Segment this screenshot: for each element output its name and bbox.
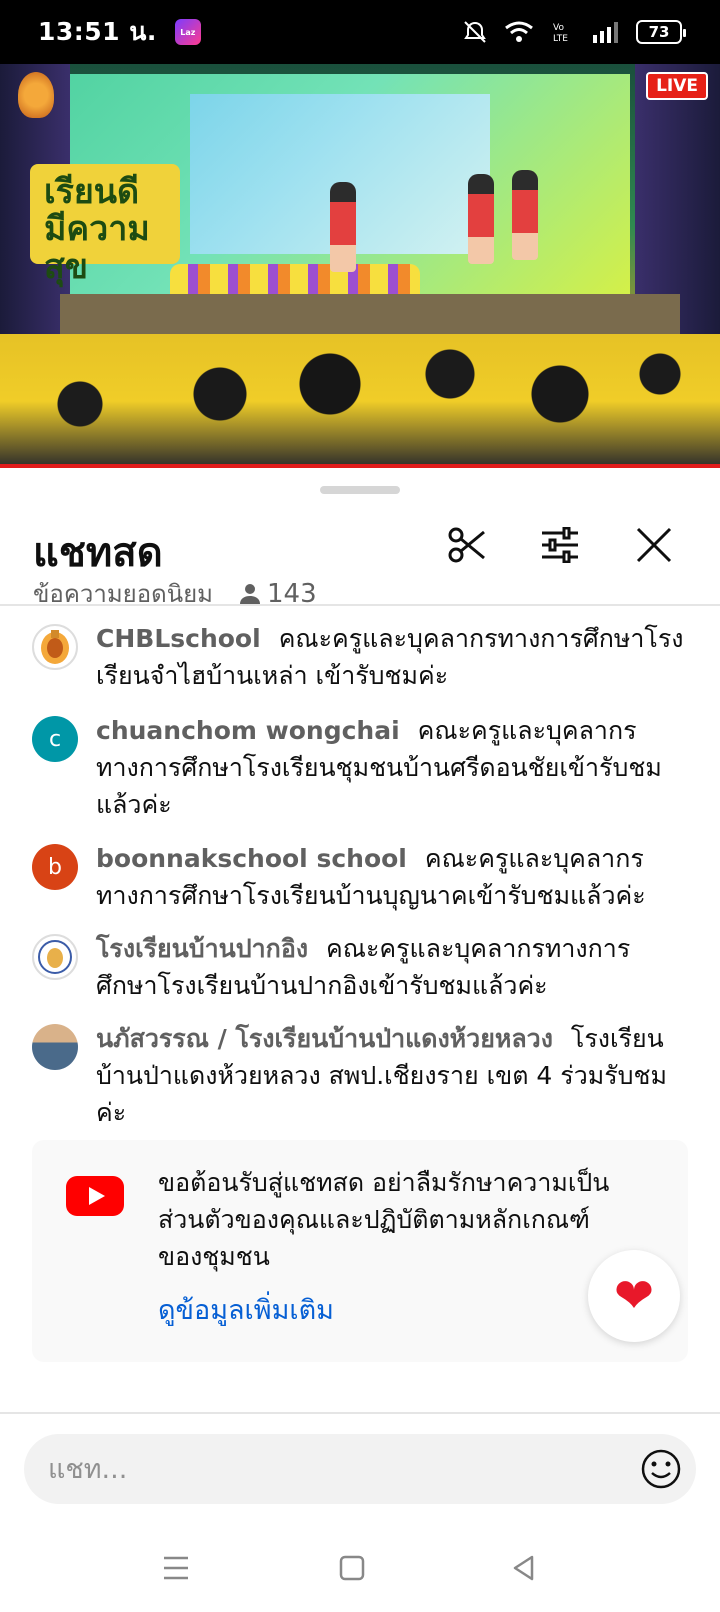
signal-icon: [592, 19, 622, 45]
drag-handle[interactable]: [320, 486, 400, 494]
svg-text:Vo: Vo: [553, 23, 564, 33]
school-logo-icon: [41, 630, 69, 664]
home-button[interactable]: [332, 1548, 372, 1588]
person-icon: [240, 583, 260, 604]
scissors-icon: [448, 527, 485, 563]
performer: [512, 170, 538, 260]
system-navigation-bar: [0, 1520, 720, 1612]
header-divider: [0, 604, 720, 606]
chat-message: CHBLschool คณะครูและบุคลากรทางการศึกษาโรง…: [0, 620, 720, 694]
clip-button[interactable]: [442, 520, 492, 570]
avatar[interactable]: [32, 934, 78, 980]
close-chat-button[interactable]: [629, 520, 679, 570]
heart-reaction-button[interactable]: ❤: [588, 1250, 680, 1342]
chat-input[interactable]: [48, 1444, 608, 1494]
stage-sign: เรียนดี มีความสุข: [30, 164, 180, 286]
status-bar: 13:51 น. Laz Vo LTE 73: [0, 0, 720, 64]
close-icon: [636, 527, 672, 563]
youtube-icon: [66, 1176, 124, 1216]
status-icons: Vo LTE 73: [460, 19, 686, 45]
avatar[interactable]: b: [32, 844, 78, 890]
menu-icon: [164, 1556, 188, 1580]
chat-filter-dropdown[interactable]: ข้อความยอดนิยม: [33, 574, 213, 613]
audience: [0, 334, 720, 468]
avatar[interactable]: [32, 624, 78, 670]
channel-logo: [18, 72, 54, 118]
message-author[interactable]: โรงเรียนบ้านปากอิง: [96, 934, 308, 963]
emoji-button[interactable]: [640, 1448, 682, 1490]
performer: [330, 182, 356, 272]
avatar[interactable]: [32, 1024, 78, 1070]
square-icon: [339, 1555, 365, 1581]
message-author[interactable]: นภัสวรรณ / โรงเรียนบ้านป่าแดงห้วยหลวง: [96, 1024, 553, 1053]
recent-apps-button[interactable]: [156, 1548, 196, 1588]
chat-message: โรงเรียนบ้านปากอิง คณะครูและบุคลากรทางการ…: [0, 930, 720, 1004]
chat-message: นภัสวรรณ / โรงเรียนบ้านป่าแดงห้วยหลวง โรง…: [0, 1020, 720, 1131]
school-logo-icon: [38, 940, 72, 974]
back-button[interactable]: [504, 1548, 544, 1588]
input-divider: [0, 1412, 720, 1414]
svg-text:LTE: LTE: [553, 34, 568, 44]
tune-icon: [542, 527, 578, 563]
message-author[interactable]: boonnakschool school: [96, 844, 407, 873]
status-time: 13:51 น.: [38, 17, 157, 46]
live-chat-panel: แชทสด ข้อความยอดนิยม 143 CHBLschool คณะคร…: [0, 468, 720, 1412]
wifi-icon: [504, 19, 534, 45]
chat-input-container: [24, 1434, 696, 1504]
chat-message: c chuanchom wongchai คณะครูและบุคลากรทางก…: [0, 712, 720, 823]
battery-indicator: 73: [636, 20, 686, 44]
live-video-player[interactable]: เรียนดี มีความสุข LIVE: [0, 64, 720, 468]
message-author[interactable]: CHBLschool: [96, 624, 261, 653]
chat-subheader: ข้อความยอดนิยม 143: [33, 574, 317, 613]
message-author[interactable]: chuanchom wongchai: [96, 716, 400, 745]
chat-settings-button[interactable]: [535, 520, 585, 570]
emoji-icon: [641, 1449, 681, 1489]
triangle-back-icon: [513, 1555, 534, 1581]
heart-icon: ❤: [613, 1268, 655, 1324]
performer: [468, 174, 494, 264]
live-badge: LIVE: [646, 72, 708, 100]
learn-more-link[interactable]: ดูข้อมูลเพิ่มเติม: [158, 1288, 334, 1331]
avatar[interactable]: c: [32, 716, 78, 762]
volte-icon: Vo LTE: [548, 19, 578, 45]
chat-message: b boonnakschool school คณะครูและบุคลากรทา…: [0, 840, 720, 914]
welcome-text: ขอต้อนรับสู่แชทสด อย่าลืมรักษาความเป็นส่…: [158, 1168, 610, 1271]
welcome-message-card: ขอต้อนรับสู่แชทสด อย่าลืมรักษาความเป็นส่…: [32, 1140, 688, 1362]
lazada-app-icon: Laz: [174, 19, 201, 45]
mute-icon: [460, 19, 490, 45]
